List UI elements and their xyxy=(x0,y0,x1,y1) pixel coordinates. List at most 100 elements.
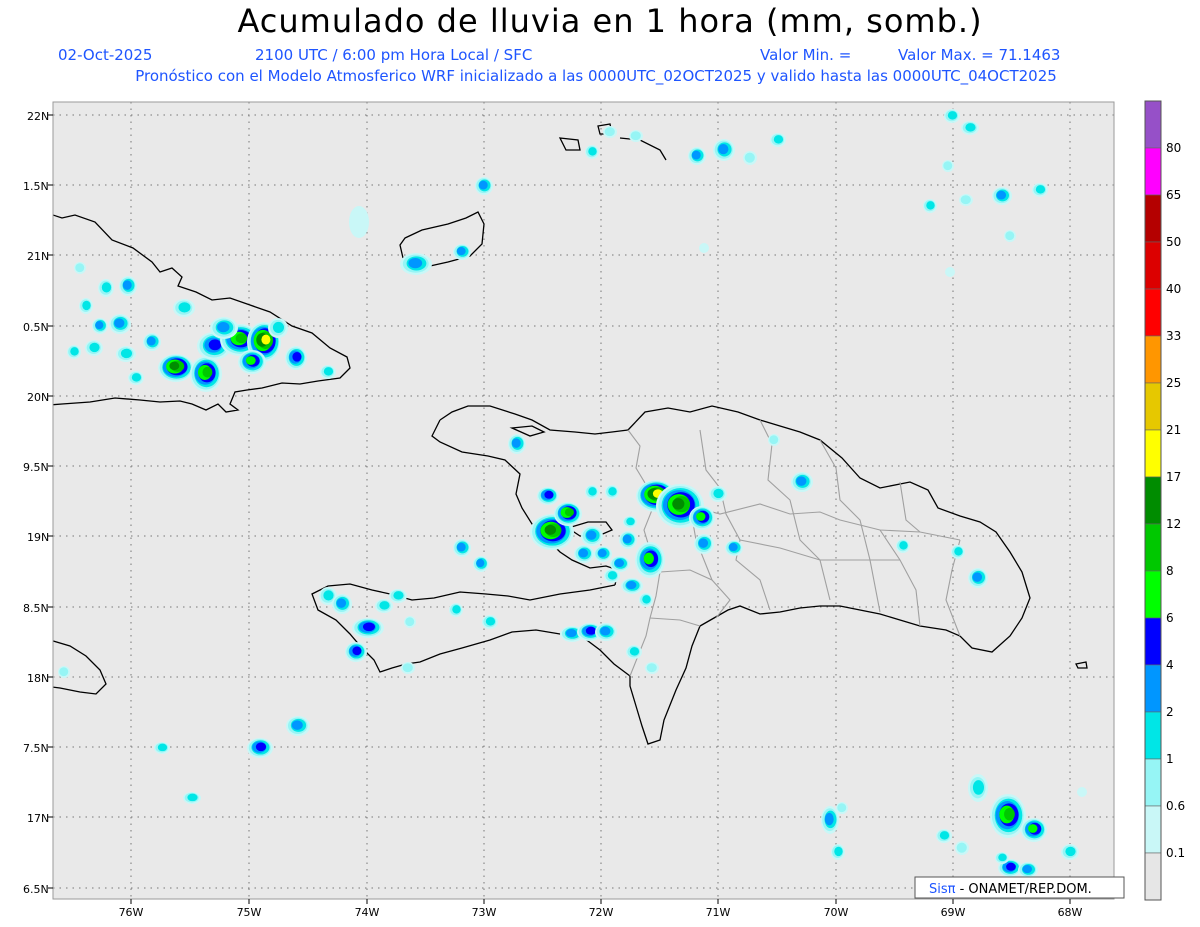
rain-contour xyxy=(336,598,347,608)
rain-contour xyxy=(408,257,423,269)
rain-contour xyxy=(1035,185,1046,194)
lat-label: 20N xyxy=(27,391,49,404)
rain-contour xyxy=(945,267,955,277)
rain-cell xyxy=(79,298,93,314)
rain-cell xyxy=(585,145,599,159)
rain-contour xyxy=(943,161,953,171)
rain-contour xyxy=(485,617,496,626)
colorbar-swatch xyxy=(1144,758,1162,807)
rain-contour xyxy=(718,143,729,155)
lon-label: 70W xyxy=(824,906,849,919)
colorbar-swatch xyxy=(1144,617,1162,666)
rain-cell xyxy=(119,276,137,296)
lon-labels: 76W 75W 74W 73W 72W 71W 70W 69W 68W xyxy=(119,906,1083,919)
rain-cell xyxy=(482,615,498,629)
rain-contour xyxy=(379,601,390,610)
rain-cell xyxy=(238,350,266,374)
colorbar-label: 25 xyxy=(1166,376,1181,390)
rain-contour xyxy=(586,530,597,540)
rain-contour xyxy=(837,803,847,813)
lat-label: 7.5N xyxy=(23,742,49,755)
lat-label: 0.5N xyxy=(23,321,49,334)
rain-cell xyxy=(639,593,653,607)
rain-contour xyxy=(157,743,168,752)
rain-contour xyxy=(597,549,607,558)
map-title: Acumulado de lluvia en 1 hora (mm, somb.… xyxy=(237,2,982,40)
rain-contour xyxy=(622,534,632,544)
rain-cell xyxy=(951,545,965,559)
rain-contour xyxy=(393,591,404,600)
lat-label: 22N xyxy=(27,110,49,123)
colorbar-label: 80 xyxy=(1166,141,1181,155)
rain-contour xyxy=(272,321,285,333)
rain-cell xyxy=(688,147,706,165)
rain-contour xyxy=(699,243,709,253)
rain-contour xyxy=(478,180,488,190)
rain-cell xyxy=(585,485,599,499)
rain-contour xyxy=(235,333,248,344)
credit-text: - ONAMET/REP.DOM. xyxy=(955,882,1091,897)
credit-box: Sisπ - ONAMET/REP.DOM. xyxy=(914,876,1125,899)
rain-cell xyxy=(709,486,727,502)
rain-contour xyxy=(146,336,156,346)
rain-cell xyxy=(1032,183,1048,197)
min-value: Valor Min. = xyxy=(760,46,851,64)
rain-contour xyxy=(588,147,597,156)
rain-contour xyxy=(178,302,191,313)
forecast-date: 02-Oct-2025 xyxy=(58,46,152,64)
colorbar-swatch xyxy=(1144,664,1162,713)
rain-cell xyxy=(968,774,988,802)
rain-contour xyxy=(402,663,413,673)
colorbar-label: 0.1 xyxy=(1166,846,1185,860)
rain-contour xyxy=(202,366,213,378)
rain-cell xyxy=(995,852,1009,864)
lat-label: 8.5N xyxy=(23,602,49,615)
rain-contour xyxy=(954,547,963,556)
rain-cell xyxy=(605,485,619,499)
colorbar-swatch xyxy=(1144,476,1162,525)
rain-cell xyxy=(936,829,952,843)
rainfall-map-figure: Acumulado de lluvia en 1 hora (mm, somb.… xyxy=(0,0,1200,927)
lat-label: 6.5N xyxy=(23,883,49,896)
rain-contour xyxy=(82,300,91,311)
rain-cell xyxy=(453,539,471,557)
rain-contour xyxy=(643,552,654,565)
rain-contour xyxy=(70,347,79,356)
lat-label: 18N xyxy=(27,672,49,685)
lat-label: 1.5N xyxy=(23,180,49,193)
rain-cell xyxy=(821,806,839,834)
rain-cell xyxy=(768,434,780,446)
lon-label: 73W xyxy=(472,906,497,919)
rain-contour xyxy=(614,559,625,568)
rain-cell xyxy=(473,556,489,572)
rain-cell xyxy=(554,502,582,526)
lon-label: 72W xyxy=(589,906,614,919)
rain-contour xyxy=(773,135,784,144)
rain-cell xyxy=(955,841,969,855)
rain-contour xyxy=(769,435,779,445)
rain-contour xyxy=(452,605,461,614)
rain-contour xyxy=(744,152,755,163)
rain-cell xyxy=(401,662,415,674)
rain-contour xyxy=(1006,862,1016,871)
valid-time: 2100 UTC / 6:00 pm Hora Local / SFC xyxy=(255,46,532,64)
rain-cell xyxy=(109,314,131,334)
rain-cell xyxy=(92,318,108,334)
colorbar-label: 0.6 xyxy=(1166,799,1185,813)
rain-contour xyxy=(698,538,709,548)
rain-cell xyxy=(992,187,1012,205)
colorbar-swatch xyxy=(1144,100,1162,149)
rain-contour xyxy=(996,190,1007,200)
rain-cell xyxy=(286,716,310,736)
colorbar-swatch xyxy=(1144,570,1162,619)
colorbar-swatch xyxy=(1144,335,1162,384)
colorbar-label: 12 xyxy=(1166,517,1181,531)
rain-cell xyxy=(604,569,620,583)
rain-contour xyxy=(965,123,976,132)
rain-contour xyxy=(261,334,271,345)
rain-cell xyxy=(352,618,384,638)
rain-contour xyxy=(607,571,618,580)
rain-cell xyxy=(603,126,617,138)
rain-cell xyxy=(453,244,471,260)
rain-cell xyxy=(158,354,194,382)
